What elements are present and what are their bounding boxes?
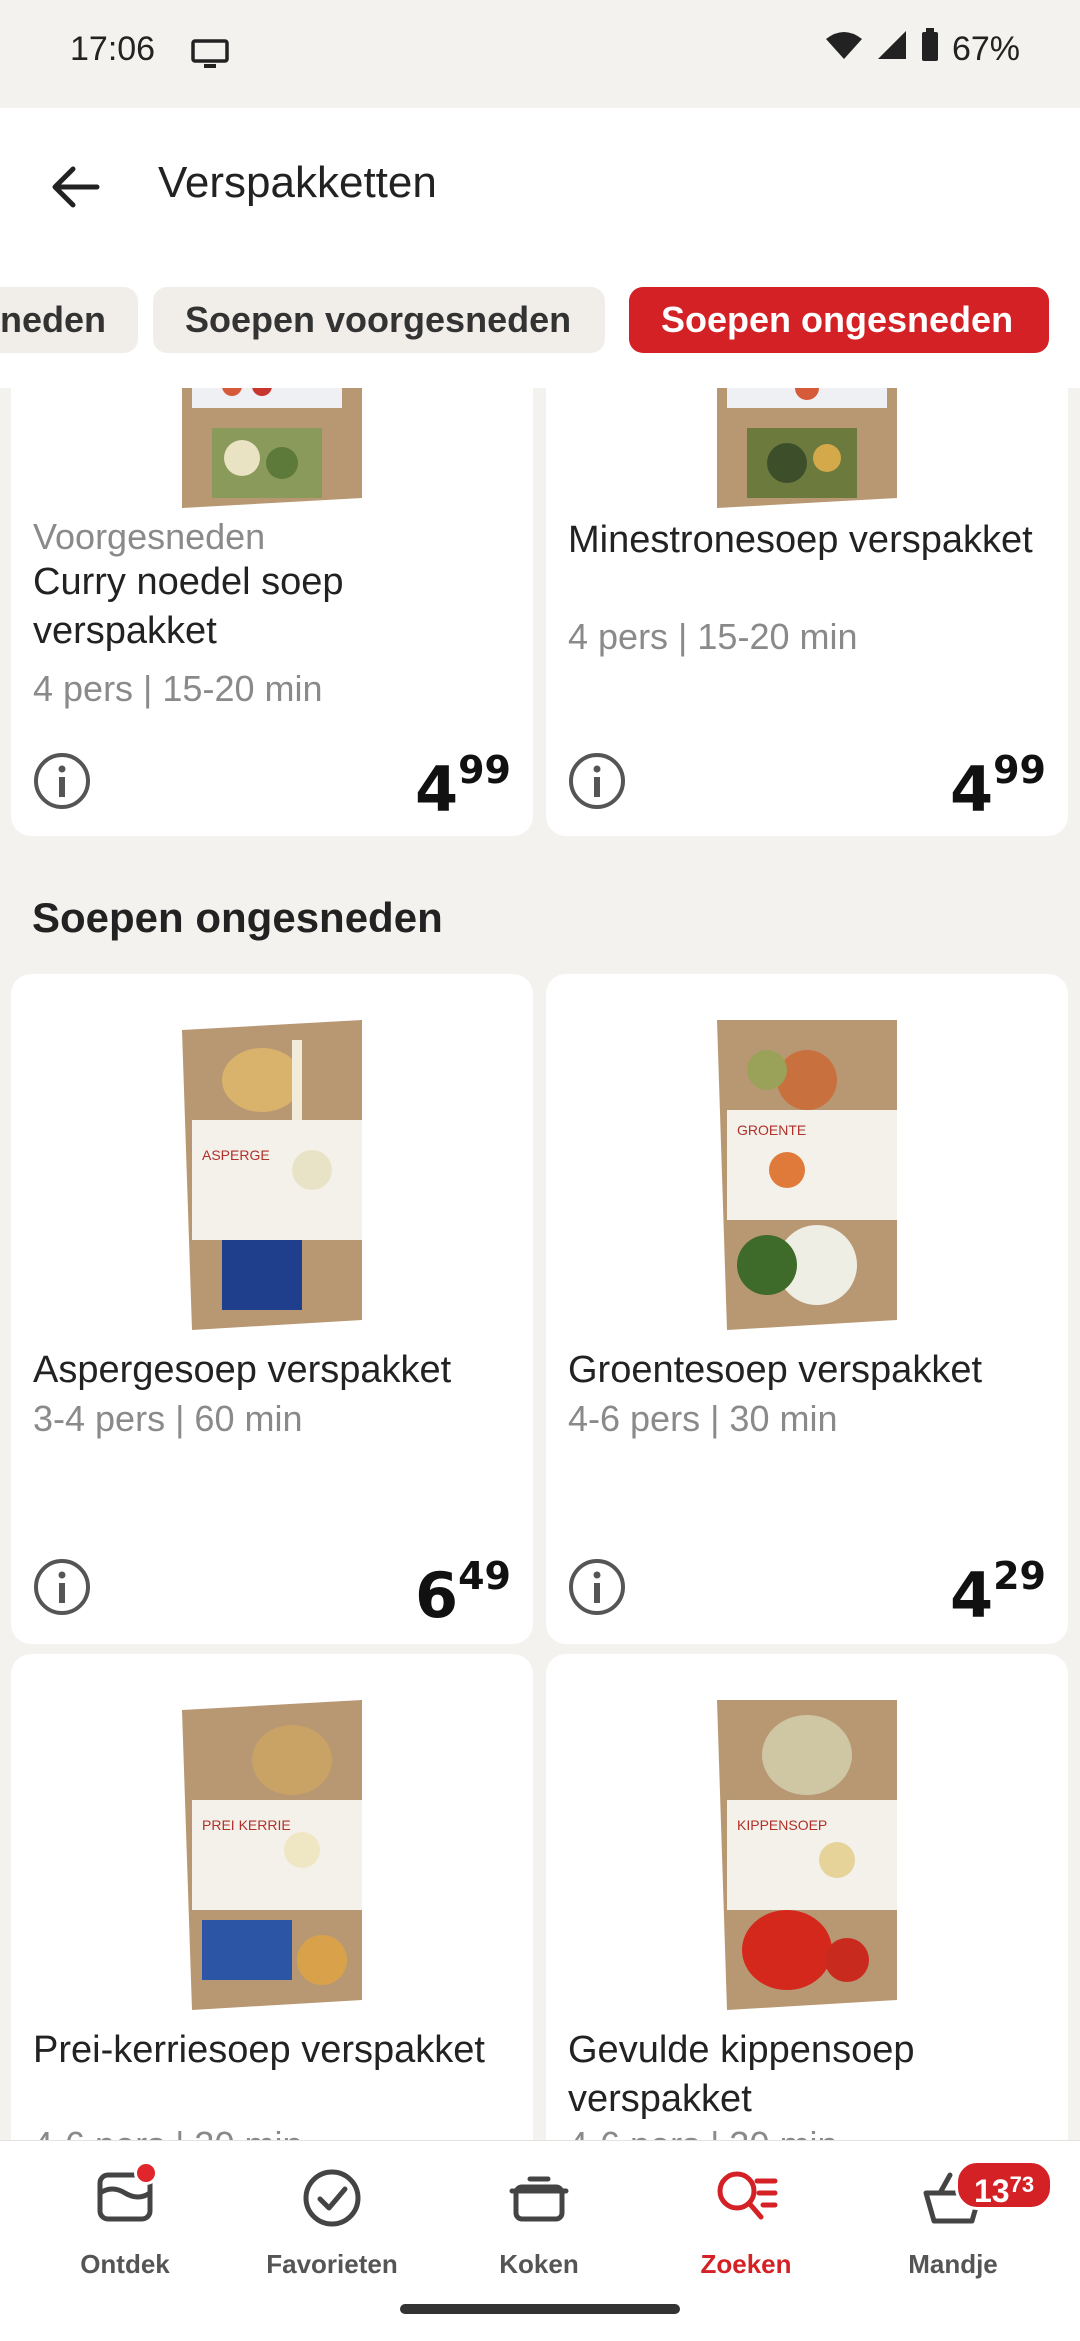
info-icon[interactable] xyxy=(33,1558,91,1616)
chip-soepen-ongesneden[interactable]: Soepen ongesneden xyxy=(629,287,1049,353)
cooking-pot-icon xyxy=(506,2165,572,2231)
product-name: Gevulde kippensoep verspakket xyxy=(568,2029,915,2120)
product-card-asperge[interactable]: ASPERGE Aspergesoep verspakket 3-4 pers … xyxy=(11,974,533,1644)
pack-label: GROENTE xyxy=(737,1122,806,1138)
status-time: 17:06 xyxy=(70,30,156,68)
info-icon[interactable] xyxy=(568,1558,626,1616)
product-meta: 4-6 pers | 30 min xyxy=(568,2124,837,2140)
battery-icon xyxy=(920,28,940,71)
section-title: Soepen ongesneden xyxy=(32,894,443,941)
product-price: 429 xyxy=(949,1554,1046,1632)
home-indicator[interactable] xyxy=(400,2304,680,2314)
product-meta: 4 pers | 15-20 min xyxy=(33,668,323,709)
product-name: Aspergesoep verspakket xyxy=(33,1349,452,1391)
product-price: 499 xyxy=(414,748,511,826)
product-meta: 3-4 pers | 60 min xyxy=(33,1398,303,1439)
nav-label: Mandje xyxy=(908,2249,998,2279)
product-image: PREI KERRIE xyxy=(182,1700,362,2010)
battery-percent: 67% xyxy=(951,30,1020,68)
app-bar: Verspakketten xyxy=(0,108,1080,258)
notification-dot xyxy=(134,2161,158,2185)
chip-soepen-voorgesneden[interactable]: Soepen voorgesneden xyxy=(153,287,605,353)
nav-favorieten[interactable]: Favorieten xyxy=(242,2165,422,2280)
product-name: Groentesoep verspakket xyxy=(568,1349,983,1391)
product-card-curry[interactable]: Voorgesneden Curry noedel soep verspakke… xyxy=(11,388,533,836)
chip-partial[interactable]: neden xyxy=(0,287,139,353)
product-image: ASPERGE xyxy=(182,1020,362,1330)
category-chips: neden Soepen voorgesneden Soepen ongesne… xyxy=(0,258,1080,388)
back-arrow-icon xyxy=(52,166,100,208)
product-card-groente[interactable]: GROENTE Groentesoep verspakket 4-6 pers … xyxy=(546,974,1068,1644)
product-meta: 4-6 pers | 30 min xyxy=(33,2124,302,2140)
product-name: Prei-kerriesoep verspakket xyxy=(33,2029,485,2071)
nav-ontdek[interactable]: Ontdek xyxy=(35,2161,215,2280)
product-price: 649 xyxy=(414,1554,511,1632)
product-name: Curry noedel soep verspakket xyxy=(33,561,344,652)
nav-label: Favorieten xyxy=(266,2249,398,2279)
product-price: 499 xyxy=(949,748,1046,826)
nav-label: Koken xyxy=(499,2249,579,2279)
product-image: GROENTE xyxy=(717,1020,897,1330)
nav-zoeken[interactable]: Zoeken xyxy=(656,2165,836,2280)
nav-label: Zoeken xyxy=(700,2249,792,2279)
product-tag: Voorgesneden xyxy=(33,516,266,557)
product-list[interactable]: Voorgesneden Curry noedel soep verspakke… xyxy=(0,388,1080,2140)
back-button[interactable] xyxy=(40,152,110,222)
wifi-icon xyxy=(824,29,864,70)
product-image: KIPPENSOEP xyxy=(717,1700,897,2010)
search-list-icon xyxy=(713,2165,779,2231)
pack-label: ASPERGE xyxy=(202,1147,270,1163)
pack-label: PREI KERRIE xyxy=(202,1817,291,1833)
nav-koken[interactable]: Koken xyxy=(449,2165,629,2280)
status-bar: 17:06 67% xyxy=(0,0,1080,108)
product-name: Minestronesoep verspakket xyxy=(568,519,1033,561)
product-card-kippensoep[interactable]: KIPPENSOEP Gevulde kippensoep verspakket… xyxy=(546,1654,1068,2140)
product-meta: 4 pers | 15-20 min xyxy=(568,616,858,657)
product-card-prei-kerrie[interactable]: PREI KERRIE Prei-kerriesoep verspakket 4… xyxy=(11,1654,533,2140)
product-card-minestrone[interactable]: Minestronesoep verspakket 4 pers | 15-20… xyxy=(546,388,1068,836)
signal-icon xyxy=(876,29,908,70)
product-image xyxy=(717,388,897,508)
info-icon[interactable] xyxy=(33,752,91,810)
discover-icon xyxy=(92,2161,158,2231)
cart-total-badge[interactable]: 1373 xyxy=(955,2160,1054,2210)
info-icon[interactable] xyxy=(568,752,626,810)
check-circle-icon xyxy=(299,2165,365,2231)
page-title: Verspakketten xyxy=(158,158,437,207)
nav-label: Ontdek xyxy=(80,2249,170,2279)
product-meta: 4-6 pers | 30 min xyxy=(568,1398,838,1439)
screen-cast-icon xyxy=(190,38,230,75)
pack-label: KIPPENSOEP xyxy=(737,1817,827,1833)
product-image xyxy=(182,388,362,508)
